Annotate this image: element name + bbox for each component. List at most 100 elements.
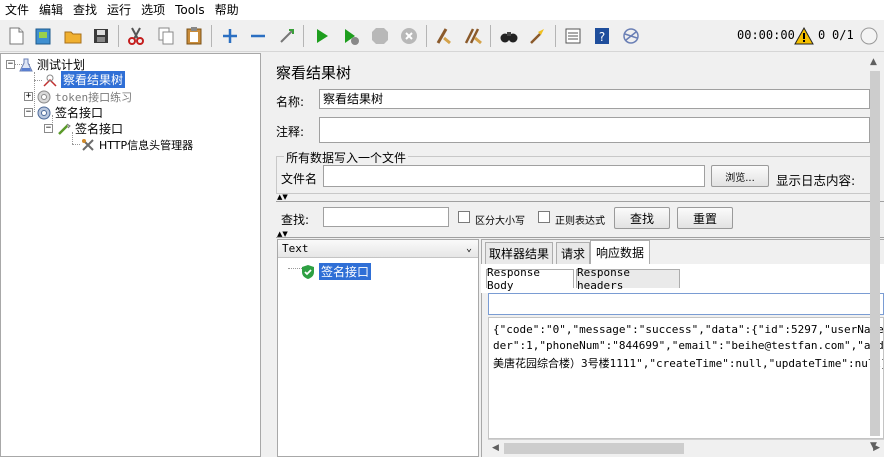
toolbar-separator [426,25,427,47]
tree-node-results-tree[interactable]: 察看结果树 [42,71,126,88]
toolbar-separator [303,25,304,47]
tree-node-label: 察看结果树 [61,71,126,88]
subtab-response-headers[interactable]: Response headers [576,266,680,292]
start-icon[interactable] [311,25,333,47]
scroll-thumb[interactable] [504,443,684,454]
sample-item[interactable]: 签名接口 [300,263,372,280]
status-indicator-icon [858,25,880,47]
tree-node-sign-thread-group[interactable]: − 签名接口 [24,104,103,121]
response-line: {"code":"0","message":"success","data":{… [493,323,884,336]
header-manager-icon [80,137,96,153]
comment-label: 注释: [276,125,305,139]
case-sensitive-checkbox[interactable] [458,211,470,223]
response-search-input[interactable] [488,293,884,315]
collapse-toggle[interactable]: − [44,124,53,133]
thread-group-icon [36,105,52,121]
toolbar: ? 00:00:00 0 0/1 [0,20,884,52]
regex-label: 正则表达式 [555,216,605,227]
menu-edit[interactable]: 编辑 [34,0,68,20]
save-icon[interactable] [90,25,112,47]
expand-icon[interactable] [219,25,241,47]
collapse-icon[interactable] [247,25,269,47]
file-group-title: 所有数据写入一个文件 [284,149,409,166]
case-sensitive-label: 区分大小写 [475,216,525,227]
warning-count: 0 [818,28,826,42]
scroll-thumb[interactable] [870,71,880,436]
tree-node-label: token接口练习 [55,90,133,104]
cut-icon[interactable] [125,25,147,47]
tab-response-data[interactable]: 响应数据 [590,240,650,264]
filename-input[interactable] [323,165,705,187]
collapse-toggle[interactable]: − [6,60,15,69]
find-button[interactable]: 查找 [614,207,670,229]
response-body-text[interactable]: {"code":"0","message":"success","data":{… [488,317,884,439]
start-no-pause-icon[interactable] [340,25,362,47]
regex-checkbox[interactable] [538,211,550,223]
menu-file[interactable]: 文件 [0,0,34,20]
name-label: 名称: [276,95,305,109]
menu-run[interactable]: 运行 [102,0,136,20]
shutdown-icon[interactable] [398,25,420,47]
http-sampler-icon [56,121,72,137]
response-line: 美唐花园综合楼）3号楼1111","createTime":null,"upda… [493,357,884,370]
new-icon[interactable] [5,25,27,47]
menu-options[interactable]: 选项 [136,0,170,20]
browse-button[interactable]: 浏览... [711,165,769,187]
reset-search-icon[interactable] [527,25,549,47]
clear-all-icon[interactable] [462,25,484,47]
toolbar-separator [555,25,556,47]
test-plan-icon [18,57,34,73]
function-helper-icon[interactable] [562,25,584,47]
toolbar-separator [211,25,212,47]
tree-node-sign-sampler[interactable]: − 签名接口 [44,120,123,137]
templates-icon[interactable] [32,25,54,47]
help-icon[interactable]: ? [591,25,613,47]
menu-search[interactable]: 查找 [68,0,102,20]
comment-input[interactable] [319,117,870,143]
scroll-up-icon[interactable]: ▲ [870,57,877,67]
panel-splitter[interactable] [261,53,268,457]
vertical-scrollbar[interactable]: ▲ ▼ [866,53,884,457]
stop-icon[interactable] [369,25,391,47]
scroll-down-icon[interactable]: ▼ [870,441,877,451]
paste-icon[interactable] [183,25,205,47]
collapse-arrows-icon[interactable]: ▲▼ [277,194,288,201]
remote-icon[interactable] [620,25,642,47]
log-content-label: 显示日志内容: [776,173,856,188]
renderer-select[interactable]: Text ⌄ [278,240,478,258]
subtab-response-body[interactable]: Response Body [486,266,574,292]
results-tree-panel: 察看结果树 名称: 察看结果树 注释: 所有数据写入一个文件 文件名 浏览...… [268,53,884,457]
divider [276,201,884,202]
expand-toggle[interactable]: + [24,92,33,101]
menu-help[interactable]: 帮助 [210,0,244,20]
menu-tools[interactable]: Tools [170,0,210,20]
search-label: 查找: [281,213,310,227]
clear-icon[interactable] [433,25,455,47]
elapsed-timer: 00:00:00 [737,28,795,42]
test-plan-tree[interactable]: − 测试计划 察看结果树 + token接口练习 − 签名接口 − 签名接口 H… [0,53,261,457]
sample-result-list[interactable]: Text ⌄ 签名接口 [277,239,479,457]
copy-icon[interactable] [155,25,177,47]
success-shield-icon [300,264,316,280]
scroll-left-icon[interactable]: ◀ [492,443,499,454]
tree-node-token-thread-group[interactable]: + token接口练习 [24,88,132,105]
toolbar-separator [118,25,119,47]
thread-group-icon [36,89,52,105]
tab-request[interactable]: 请求 [556,242,590,264]
divider [276,237,884,238]
search-icon[interactable] [498,25,520,47]
reset-button[interactable]: 重置 [677,207,733,229]
open-icon[interactable] [62,25,84,47]
name-input[interactable]: 察看结果树 [319,89,870,109]
thread-count: 0/1 [832,28,854,42]
menu-bar: 文件 编辑 查找 运行 选项 Tools 帮助 [0,0,884,20]
horizontal-scrollbar[interactable]: ◀ ▶ [488,439,884,457]
warning-icon[interactable] [793,25,815,47]
tree-node-header-manager[interactable]: HTTP信息头管理器 [80,136,193,153]
collapse-toggle[interactable]: − [24,108,33,117]
tree-node-label: HTTP信息头管理器 [99,138,194,152]
results-tree-icon [42,72,58,88]
search-input[interactable] [323,207,449,227]
toggle-icon[interactable] [276,25,298,47]
tab-sampler-result[interactable]: 取样器结果 [485,242,553,264]
